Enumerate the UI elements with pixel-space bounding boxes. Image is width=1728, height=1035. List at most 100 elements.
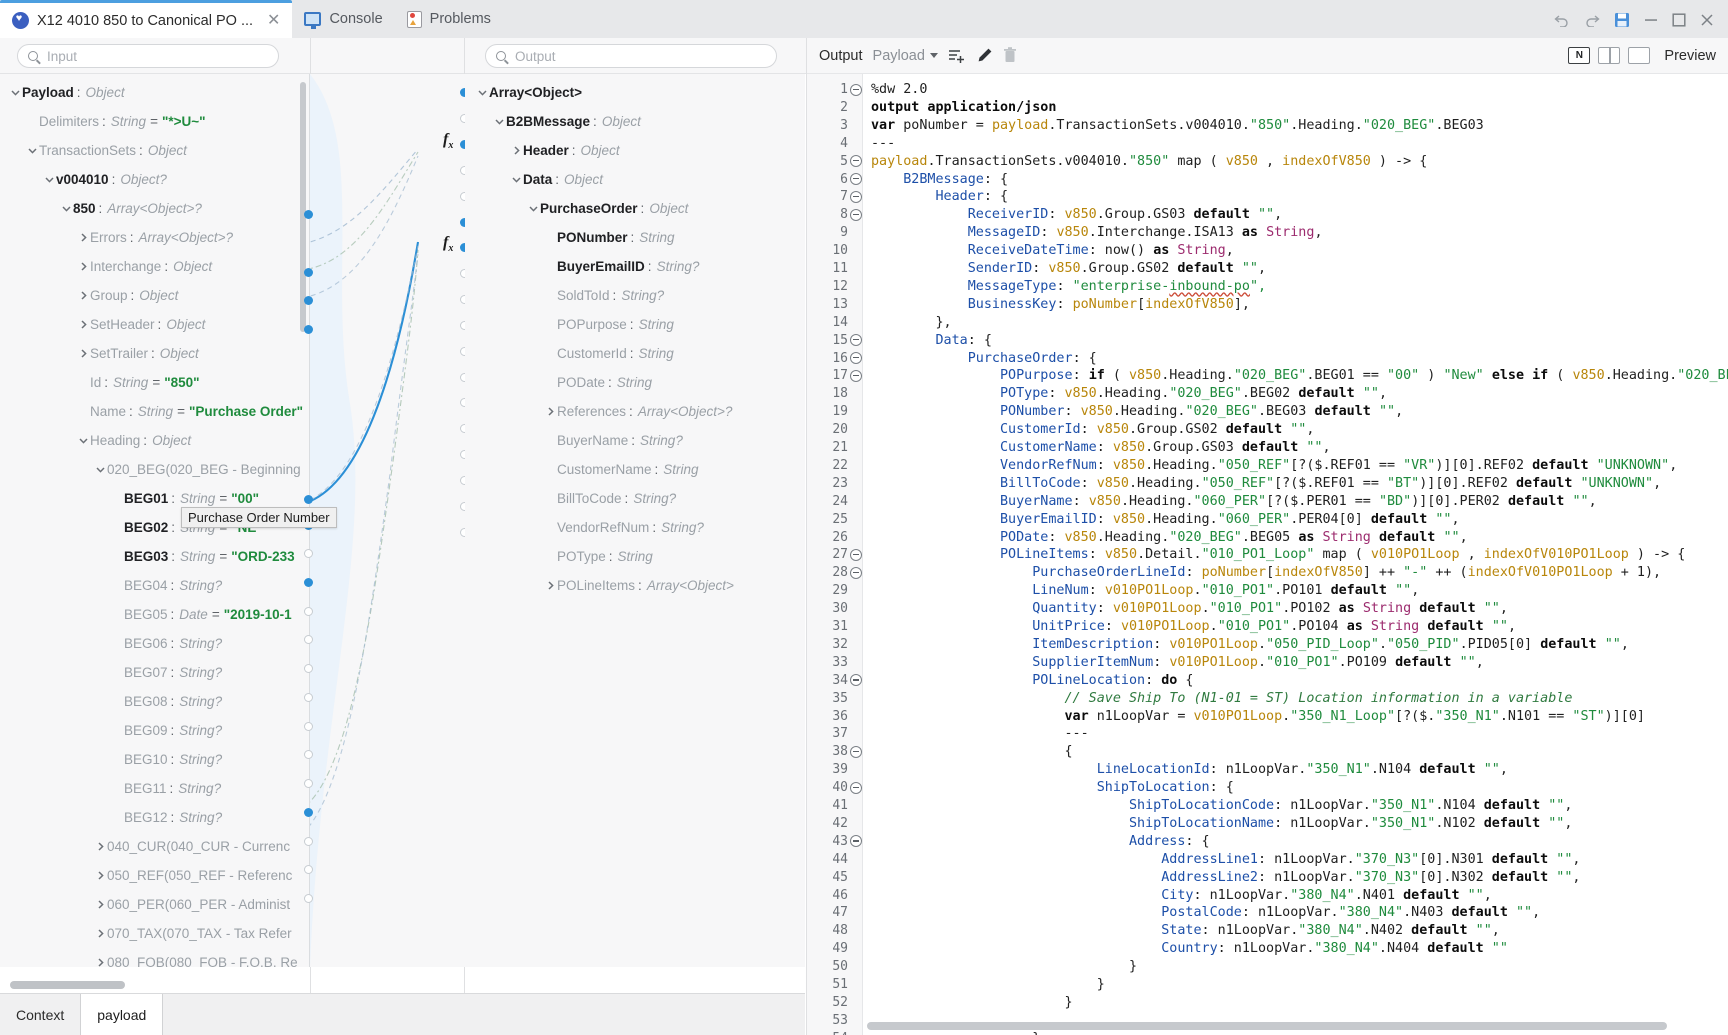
code-line[interactable]: var poNumber = payload.TransactionSets.v…	[871, 117, 1484, 135]
chevron-right-icon[interactable]	[76, 290, 90, 301]
tree-node[interactable]: CustomerId: String	[465, 339, 805, 368]
code-line[interactable]: POPurpose: if ( v850.Heading."020_BEG".B…	[871, 367, 1728, 385]
code-line[interactable]: var n1LoopVar = v010PO1Loop."350_N1_Loop…	[871, 708, 1645, 726]
tree-node[interactable]: BEG06: String?	[0, 629, 310, 658]
code-line[interactable]: PurchaseOrder: {	[871, 350, 1097, 368]
input-tree-horizontal-scrollbar[interactable]	[10, 981, 278, 989]
view-wide-icon[interactable]	[1628, 47, 1651, 64]
connector-dot[interactable]	[304, 865, 313, 874]
connector-dot[interactable]	[304, 808, 313, 817]
code-line[interactable]: CustomerId: v850.Group.GS02 default "",	[871, 421, 1314, 439]
code-line[interactable]: }	[871, 994, 1072, 1012]
code-line[interactable]: Data: {	[871, 332, 992, 350]
tree-node[interactable]: CustomerName: String	[465, 455, 805, 484]
minimize-icon[interactable]	[1644, 13, 1658, 27]
connector-dot[interactable]	[304, 693, 313, 702]
chevron-right-icon[interactable]	[93, 870, 107, 881]
view-single-icon[interactable]: N	[1568, 47, 1591, 64]
tree-node[interactable]: BEG05: Date = "2019-10-1	[0, 600, 310, 629]
fold-toggle-icon[interactable]	[850, 190, 862, 203]
code-line[interactable]: BuyerName: v850.Heading."060_PER"[?($.PE…	[871, 493, 1597, 511]
code-line[interactable]: ReceiverID: v850.Group.GS03 default "",	[871, 206, 1282, 224]
tree-node[interactable]: Name: String = "Purchase Order"	[0, 397, 310, 426]
fold-toggle-icon[interactable]	[850, 173, 862, 185]
tree-node[interactable]: BEG07: String?	[0, 658, 310, 687]
chevron-right-icon[interactable]	[76, 319, 90, 330]
chevron-right-icon[interactable]	[93, 841, 107, 852]
code-line[interactable]: },	[871, 314, 952, 332]
undo-icon[interactable]	[1554, 13, 1570, 27]
code-line[interactable]: ReceiveDateTime: now() as String,	[871, 242, 1234, 260]
code-line[interactable]: }	[871, 958, 1137, 976]
code-line[interactable]: MessageID: v850.Interchange.ISA13 as Str…	[871, 224, 1323, 242]
function-icon[interactable]: fx	[443, 234, 453, 254]
code-line[interactable]: LineLocationId: n1LoopVar."350_N1".N104 …	[871, 761, 1508, 779]
tab-console[interactable]: Console	[292, 0, 394, 38]
code-line[interactable]: LineNum: v010PO1Loop."010_PO1".PO101 def…	[871, 582, 1419, 600]
code-line[interactable]: }	[871, 1030, 1040, 1035]
window-close-icon[interactable]	[1700, 13, 1714, 27]
fold-toggle-icon[interactable]	[850, 83, 862, 96]
input-search-input[interactable]	[45, 47, 268, 65]
code-line[interactable]: MessageType: "enterprise-inbound-po",	[871, 278, 1266, 296]
chevron-down-icon[interactable]	[42, 174, 56, 185]
tree-node[interactable]: SoldToId: String?	[465, 281, 805, 310]
fold-toggle-icon[interactable]	[850, 352, 862, 364]
tree-node[interactable]: BEG11: String?	[0, 774, 310, 803]
code-line[interactable]: BusinessKey: poNumber[indexOfV850],	[871, 296, 1250, 314]
chevron-down-icon[interactable]	[93, 464, 107, 475]
tree-node[interactable]: 050_REF(050_REF - Referenc	[0, 861, 310, 890]
code-text[interactable]: %dw 2.0 output application/json var poNumb…	[863, 74, 1728, 1035]
chevron-down-icon[interactable]	[492, 116, 506, 127]
code-line[interactable]: PONumber: v850.Heading."020_BEG".BEG03 d…	[871, 403, 1403, 421]
maximize-icon[interactable]	[1672, 13, 1686, 27]
chevron-down-icon[interactable]	[25, 145, 39, 156]
code-line[interactable]: payload.TransactionSets.v004010."850" ma…	[871, 153, 1427, 171]
tree-node[interactable]: POType: String	[465, 542, 805, 571]
code-line[interactable]: AddressLine2: n1LoopVar."370_N3"[0].N302…	[871, 869, 1580, 887]
tab-mapping[interactable]: X12 4010 850 to Canonical PO ... ✕	[0, 0, 293, 38]
code-line[interactable]: PurchaseOrderLineId: poNumber[indexOfV85…	[871, 564, 1661, 582]
connector-dot[interactable]	[304, 894, 313, 903]
fold-toggle-icon[interactable]	[850, 155, 862, 168]
tree-node[interactable]: PONumber: String	[465, 223, 805, 252]
tree-node[interactable]: SetTrailer: Object	[0, 339, 310, 368]
code-line[interactable]: %dw 2.0	[871, 81, 927, 99]
code-line[interactable]: {	[871, 743, 1072, 761]
tree-node[interactable]: Delimiters: String = "*>U~"	[0, 107, 310, 136]
chevron-right-icon[interactable]	[543, 580, 557, 591]
code-line[interactable]: POType: v850.Heading."020_BEG".BEG02 def…	[871, 385, 1387, 403]
tree-node[interactable]: v004010: Object?	[0, 165, 310, 194]
tree-node[interactable]: 850: Array<Object>?	[0, 194, 310, 223]
chevron-down-icon[interactable]	[59, 203, 73, 214]
code-line[interactable]: State: n1LoopVar."380_N4".N402 default "…	[871, 922, 1500, 940]
code-line[interactable]: output application/json	[871, 99, 1056, 117]
tab-problems[interactable]: Problems	[395, 0, 503, 38]
code-line[interactable]: ShipToLocationName: n1LoopVar."350_N1".N…	[871, 815, 1572, 833]
connector-dot[interactable]	[304, 495, 313, 504]
code-line[interactable]: Address: {	[871, 833, 1210, 851]
connector-dot[interactable]	[304, 296, 313, 305]
code-line[interactable]: POLineItems: v850.Detail."010_PO1_Loop" …	[871, 546, 1685, 564]
code-horizontal-scrollbar[interactable]	[867, 1022, 1667, 1030]
connector-dot[interactable]	[304, 779, 313, 788]
code-line[interactable]: BuyerEmailID: v850.Heading."060_PER".PER…	[871, 511, 1460, 529]
tree-node[interactable]: BEG08: String?	[0, 687, 310, 716]
code-line[interactable]: PODate: v850.Heading."020_BEG".BEG05 as …	[871, 529, 1468, 547]
code-line[interactable]: Header: {	[871, 188, 1009, 206]
tree-node[interactable]: Group: Object	[0, 281, 310, 310]
tree-node[interactable]: BuyerName: String?	[465, 426, 805, 455]
tree-node[interactable]: BEG03: String = "ORD-233	[0, 542, 310, 571]
connector-dot[interactable]	[304, 268, 313, 277]
code-line[interactable]: }	[871, 976, 1105, 994]
fold-toggle-icon[interactable]	[850, 208, 862, 221]
code-line[interactable]: Country: n1LoopVar."380_N4".N404 default…	[871, 940, 1508, 958]
chevron-down-icon[interactable]	[509, 174, 523, 185]
code-line[interactable]: City: n1LoopVar."380_N4".N401 default ""…	[871, 887, 1492, 905]
tree-node[interactable]: Header: Object	[465, 136, 805, 165]
output-format-selector[interactable]: Payload	[873, 48, 938, 64]
chevron-down-icon[interactable]	[475, 87, 489, 98]
save-icon[interactable]	[1614, 12, 1630, 28]
code-line[interactable]: ---	[871, 725, 1088, 743]
tree-node[interactable]: POLineItems: Array<Object>	[465, 571, 805, 600]
